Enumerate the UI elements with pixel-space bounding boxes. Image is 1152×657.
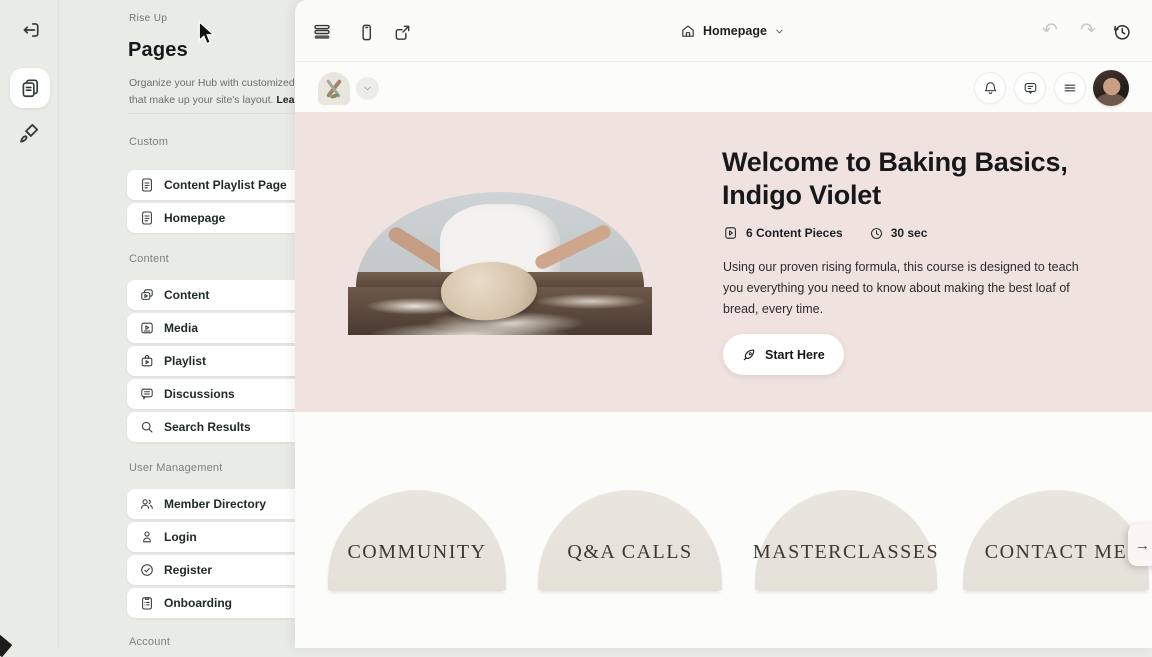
- rocket-icon: [742, 347, 757, 362]
- editor-canvas: Homepage ↶ ↷: [295, 0, 1152, 648]
- section-label-user-management: User Management: [129, 462, 223, 474]
- next-panel-button[interactable]: →: [1128, 524, 1152, 566]
- corner-decoration: [0, 635, 12, 657]
- people-icon: [139, 496, 155, 512]
- page-selector-label: Homepage: [703, 24, 767, 38]
- bell-icon: [982, 80, 999, 97]
- person-icon: [139, 529, 155, 545]
- site-header-preview: [295, 63, 1152, 112]
- arch-label: COMMUNITY: [347, 541, 486, 564]
- left-rail: [0, 0, 59, 648]
- device-desktop-button[interactable]: [311, 21, 333, 43]
- chevron-down-icon: [774, 26, 785, 37]
- search-icon: [139, 419, 155, 435]
- arch-link-masterclasses[interactable]: MASTERCLASSES: [755, 490, 937, 590]
- site-logo[interactable]: [318, 72, 350, 105]
- desktop-sections-icon: [312, 22, 332, 42]
- arch-label: CONTACT ME: [985, 541, 1127, 564]
- duration-label: 30 sec: [891, 226, 928, 240]
- arch-link-contact-me[interactable]: CONTACT ME: [963, 490, 1149, 590]
- rail-tab-pages[interactable]: [10, 68, 50, 108]
- redo-button[interactable]: ↷: [1077, 19, 1099, 41]
- history-clock-icon: [1112, 22, 1132, 42]
- section-label-account: Account: [129, 636, 170, 648]
- workspace-label: Rise Up: [129, 13, 167, 24]
- section-label-custom: Custom: [129, 136, 168, 148]
- content-stack-icon: [139, 287, 155, 303]
- chat-bubble-icon: [1022, 80, 1039, 97]
- page-icon: [139, 177, 155, 193]
- arch-link-qa-calls[interactable]: Q&A CALLS: [538, 490, 722, 590]
- start-here-button[interactable]: Start Here: [723, 334, 844, 375]
- arch-label: Q&A CALLS: [567, 541, 692, 564]
- home-icon: [680, 23, 696, 39]
- speech-bubble-icon: [139, 386, 155, 402]
- pages-panel: Rise Up Pages Organize your Hub with cus…: [59, 0, 295, 648]
- user-avatar[interactable]: [1093, 70, 1129, 106]
- hero-section: Welcome to Baking Basics, Indigo Violet …: [295, 112, 1152, 412]
- play-square-icon: [723, 225, 739, 241]
- undo-button[interactable]: ↶: [1039, 19, 1061, 41]
- hero-description: Using our proven rising formula, this co…: [723, 257, 1099, 320]
- messages-button[interactable]: [1014, 72, 1046, 104]
- exit-icon: [19, 19, 41, 41]
- paintbrush-icon: [17, 121, 41, 145]
- page-selector-dropdown[interactable]: Homepage: [672, 18, 793, 44]
- mouse-cursor: [197, 21, 216, 45]
- section-label-content: Content: [129, 253, 169, 265]
- clipboard-icon: [139, 595, 155, 611]
- redo-icon: ↷: [1080, 19, 1096, 41]
- mobile-icon: [357, 23, 376, 42]
- open-preview-button[interactable]: [391, 21, 413, 43]
- arrow-right-icon: →: [1135, 537, 1150, 554]
- media-play-icon: [139, 320, 155, 336]
- exit-editor-button[interactable]: [17, 17, 43, 43]
- check-circle-icon: [139, 562, 155, 578]
- content-pieces-label: 6 Content Pieces: [746, 226, 843, 240]
- external-link-icon: [393, 23, 412, 42]
- duration-meta: 30 sec: [869, 226, 928, 241]
- rail-tab-design[interactable]: [15, 119, 43, 147]
- undo-icon: ↶: [1042, 19, 1058, 41]
- hero-meta-row: 6 Content Pieces 30 sec: [723, 225, 927, 241]
- editor-toolbar: Homepage ↶ ↷: [295, 0, 1152, 62]
- panel-title: Pages: [128, 39, 188, 62]
- hero-title: Welcome to Baking Basics, Indigo Violet: [722, 146, 1102, 212]
- content-pieces-meta: 6 Content Pieces: [723, 225, 843, 241]
- links-section: COMMUNITY Q&A CALLS MASTERCLASSES CONTAC…: [295, 412, 1152, 648]
- playlist-box-icon: [139, 353, 155, 369]
- clock-icon: [869, 226, 884, 241]
- logo-dropdown-button[interactable]: [356, 77, 379, 100]
- sidebar-item-label: Homepage: [164, 211, 311, 225]
- pages-stack-icon: [19, 77, 41, 99]
- menu-button[interactable]: [1054, 72, 1086, 104]
- arch-label: MASTERCLASSES: [753, 541, 939, 564]
- hamburger-icon: [1062, 80, 1078, 96]
- device-mobile-button[interactable]: [355, 21, 377, 43]
- chevron-down-icon: [362, 83, 373, 94]
- history-button[interactable]: [1111, 21, 1133, 43]
- start-here-label: Start Here: [765, 348, 825, 362]
- notifications-button[interactable]: [974, 72, 1006, 104]
- arch-link-community[interactable]: COMMUNITY: [328, 490, 506, 590]
- page-icon: [139, 210, 155, 226]
